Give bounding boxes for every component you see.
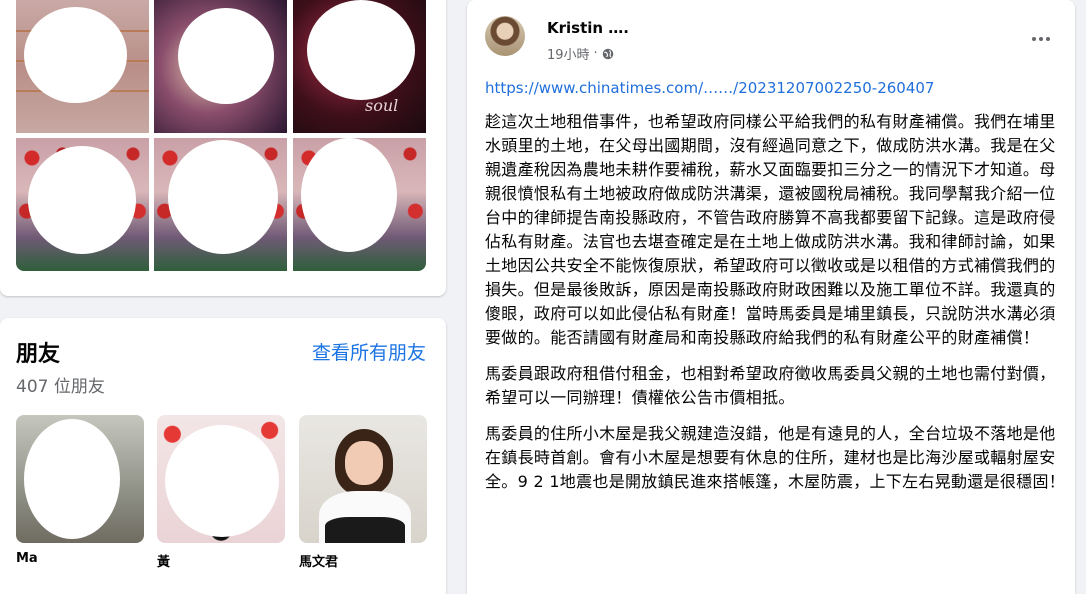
- post-body: 趁這次土地租借事件，也希望政府同樣公平給我們的私有財產補償。我們在埔里水頭里的土…: [485, 110, 1069, 506]
- post-card: Kristin …. 19小時 · https://www.chinatimes…: [467, 0, 1075, 594]
- friends-count: 407 位朋友: [16, 377, 105, 397]
- photo-thumbnail[interactable]: [16, 138, 149, 271]
- photo-thumbnail[interactable]: [293, 138, 426, 271]
- globe-icon: [602, 48, 613, 59]
- friends-card: 朋友 407 位朋友 查看所有朋友 Ma 黃 馬文君: [0, 318, 446, 594]
- photos-card: soul: [0, 0, 446, 296]
- friend-name[interactable]: 黃: [157, 551, 285, 570]
- post-paragraph: 馬委員的住所小木屋是我父親建造沒錯，他是有遠見的人，全台垃圾不落地是他在鎮長時首…: [485, 424, 1066, 491]
- privacy-mask: [24, 7, 127, 103]
- photo-thumbnail[interactable]: [154, 138, 287, 271]
- meta-separator: ·: [593, 46, 598, 61]
- post-paragraph: 馬委員跟政府租借付租金，也相對希望政府徵收馬委員父親的土地也需付對價，希望可以一…: [485, 364, 1056, 407]
- photo-thumbnail[interactable]: [16, 0, 149, 133]
- friend-tile[interactable]: Ma: [16, 415, 144, 566]
- post-paragraph: 趁這次土地租借事件，也希望政府同樣公平給我們的私有財產補償。我們在埔里水頭里的土…: [485, 112, 1056, 347]
- post-time[interactable]: 19小時: [547, 44, 590, 63]
- privacy-mask: [168, 140, 278, 254]
- friend-photo[interactable]: [157, 415, 285, 543]
- friend-tile[interactable]: 黃: [157, 415, 285, 570]
- post-meta: 19小時 ·: [547, 44, 614, 63]
- photo-thumbnail[interactable]: soul: [293, 0, 426, 133]
- privacy-mask: [165, 425, 279, 537]
- more-dot-icon: [1046, 37, 1050, 41]
- friend-name[interactable]: Ma: [16, 551, 144, 566]
- more-dot-icon: [1032, 37, 1036, 41]
- privacy-mask: [301, 138, 397, 252]
- privacy-mask: [178, 8, 274, 104]
- author-name[interactable]: Kristin ….: [547, 19, 629, 37]
- more-options-button[interactable]: [1023, 24, 1059, 54]
- post-link[interactable]: https://www.chinatimes.com/……/2023120700…: [485, 79, 934, 97]
- see-all-friends-link[interactable]: 查看所有朋友: [312, 338, 426, 365]
- friend-photo[interactable]: [299, 415, 427, 543]
- privacy-mask: [307, 0, 415, 100]
- author-avatar[interactable]: [485, 16, 525, 56]
- photo-thumbnail[interactable]: [154, 0, 287, 133]
- friend-photo[interactable]: [16, 415, 144, 543]
- friend-name[interactable]: 馬文君: [299, 551, 427, 570]
- more-dot-icon: [1039, 37, 1043, 41]
- photo-overlay-text: soul: [365, 96, 399, 115]
- friend-tile[interactable]: 馬文君: [299, 415, 427, 570]
- privacy-mask: [28, 146, 136, 254]
- friends-title: 朋友: [16, 342, 61, 367]
- privacy-mask: [24, 419, 120, 539]
